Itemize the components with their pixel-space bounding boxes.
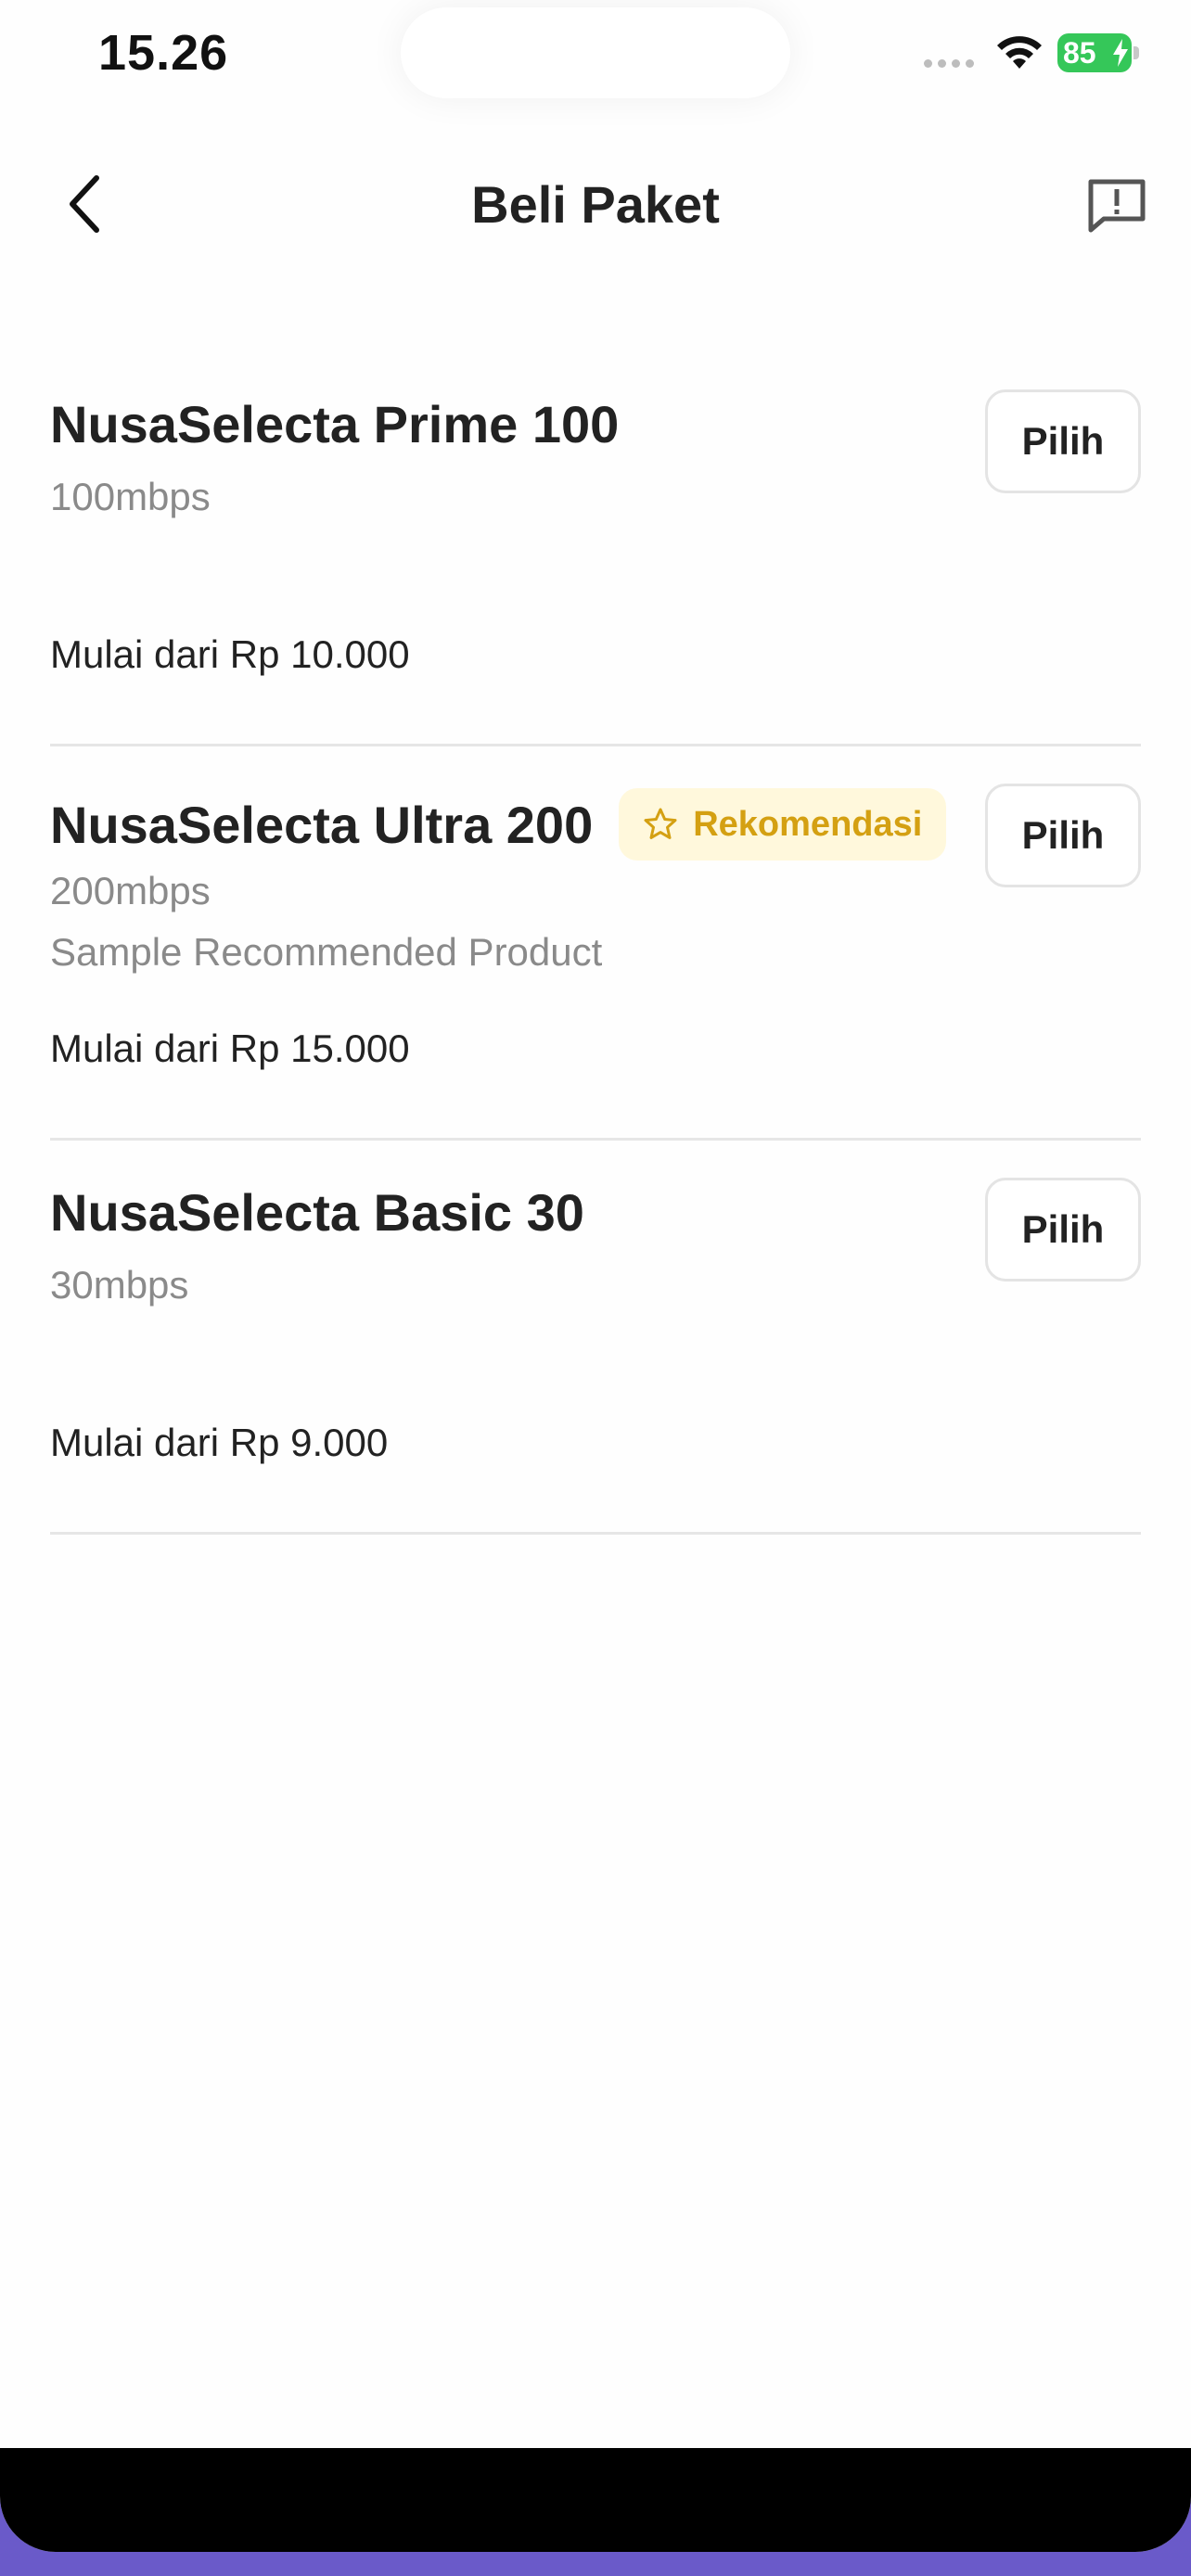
package-speed: 200mbps [50, 869, 211, 912]
package-title-row: NusaSelecta Basic 30 [50, 1182, 584, 1243]
package-name: NusaSelecta Ultra 200 [50, 795, 594, 854]
status-bar: 15.26 85 [0, 0, 1191, 111]
battery-indicator: 85 [1057, 33, 1132, 72]
report-button[interactable] [1085, 174, 1148, 237]
battery-level: 85 [1063, 35, 1096, 70]
package-title-row: NusaSelecta Ultra 200 Rekomendasi [50, 788, 947, 861]
dynamic-island [401, 7, 790, 98]
header-bar: Beli Paket [0, 148, 1191, 260]
package-name: NusaSelecta Prime 100 [50, 395, 620, 453]
package-speed: 30mbps [50, 1263, 189, 1307]
package-item: NusaSelecta Ultra 200 Rekomendasi 200mbp… [50, 746, 1141, 1141]
package-list: NusaSelecta Prime 100 100mbps Mulai dari… [50, 352, 1141, 1535]
wifi-icon [997, 36, 1042, 69]
package-description: Sample Recommended Product [50, 930, 603, 974]
package-name: NusaSelecta Basic 30 [50, 1183, 584, 1242]
charging-bolt-icon [1113, 39, 1128, 67]
badge-label: Rekomendasi [693, 804, 923, 844]
package-item: NusaSelecta Basic 30 30mbps Mulai dari R… [50, 1141, 1141, 1535]
package-item: NusaSelecta Prime 100 100mbps Mulai dari… [50, 352, 1141, 746]
app-screen: 15.26 85 Beli Paket NusaSelecta Prime 10… [0, 0, 1191, 2552]
status-time: 15.26 [98, 25, 229, 81]
package-price: Mulai dari Rp 9.000 [50, 1421, 389, 1464]
pick-button[interactable]: Pilih [985, 1178, 1141, 1282]
package-price: Mulai dari Rp 15.000 [50, 1027, 410, 1070]
bottom-safe-area [0, 2448, 1191, 2552]
package-speed: 100mbps [50, 475, 211, 518]
page-title: Beli Paket [471, 175, 720, 234]
pick-button[interactable]: Pilih [985, 784, 1141, 887]
recommendation-badge: Rekomendasi [619, 788, 947, 861]
star-outline-icon [644, 808, 677, 839]
battery-cap [1133, 46, 1139, 59]
pick-button[interactable]: Pilih [985, 389, 1141, 493]
package-title-row: NusaSelecta Prime 100 [50, 394, 619, 454]
report-message-icon [1088, 179, 1146, 233]
cellular-signal-icon [924, 59, 974, 68]
package-price: Mulai dari Rp 10.000 [50, 632, 410, 676]
